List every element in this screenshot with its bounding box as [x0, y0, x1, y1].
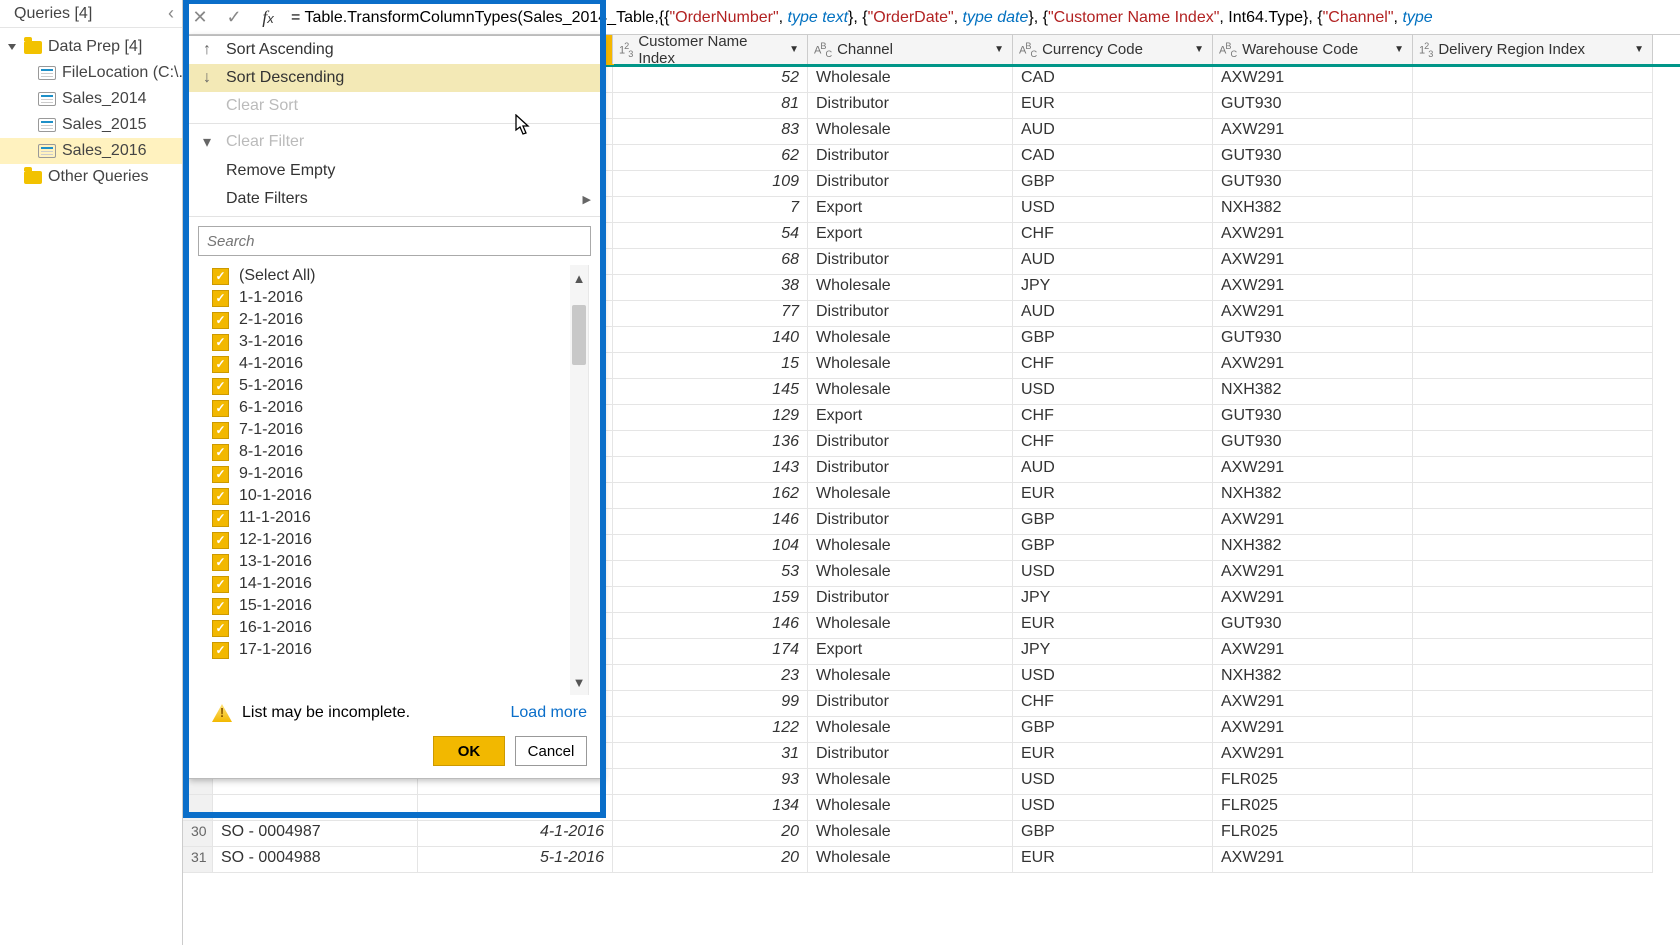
filter-check-item[interactable]: ✓11-1-2016: [212, 507, 588, 529]
checkbox-icon[interactable]: ✓: [212, 290, 229, 307]
date-filters[interactable]: Date Filters▶: [188, 185, 601, 213]
filter-check-item[interactable]: ✓16-1-2016: [212, 617, 588, 639]
checkbox-icon[interactable]: ✓: [212, 620, 229, 637]
filter-dropdown-icon[interactable]: ▼: [1630, 44, 1648, 55]
checkbox-icon[interactable]: ✓: [212, 400, 229, 417]
query-sales-2014[interactable]: Sales_2014: [0, 86, 182, 112]
checkbox-icon[interactable]: ✓: [212, 268, 229, 285]
ok-button[interactable]: OK: [433, 736, 505, 766]
queries-tree: Data Prep [4] FileLocation (C:\... Sales…: [0, 28, 182, 190]
checkbox-icon[interactable]: ✓: [212, 334, 229, 351]
clear-sort: Clear Sort: [188, 92, 601, 120]
remove-empty[interactable]: Remove Empty: [188, 157, 601, 185]
sort-ascending[interactable]: ↑Sort Ascending: [188, 36, 601, 64]
load-more-link[interactable]: Load more: [511, 704, 588, 722]
triangle-down-icon: [8, 44, 16, 50]
filter-checklist: ✓(Select All)✓1-1-2016✓2-1-2016✓3-1-2016…: [212, 265, 588, 661]
table-icon: [38, 144, 56, 158]
filter-dropdown-icon[interactable]: ▼: [990, 44, 1008, 55]
checkbox-icon[interactable]: ✓: [212, 422, 229, 439]
filter-panel: ↑Sort Ascending ↓Sort Descending Clear S…: [187, 35, 602, 779]
filter-check-item[interactable]: ✓17-1-2016: [212, 639, 588, 661]
warning-text: List may be incomplete.: [242, 704, 410, 722]
filter-dropdown-icon[interactable]: ▼: [1190, 44, 1208, 55]
queries-sidebar: Queries [4] ‹ Data Prep [4] FileLocation…: [0, 0, 183, 945]
cancel-button[interactable]: Cancel: [515, 736, 587, 766]
filter-check-item[interactable]: ✓13-1-2016: [212, 551, 588, 573]
group-data-prep[interactable]: Data Prep [4]: [0, 34, 182, 60]
checkbox-icon[interactable]: ✓: [212, 532, 229, 549]
funnel-icon: ▾: [198, 132, 216, 152]
commit-formula-icon[interactable]: ✓: [217, 7, 251, 28]
filter-check-item[interactable]: ✓3-1-2016: [212, 331, 588, 353]
checkbox-icon[interactable]: ✓: [212, 466, 229, 483]
filter-check-item[interactable]: ✓6-1-2016: [212, 397, 588, 419]
filter-check-item[interactable]: ✓14-1-2016: [212, 573, 588, 595]
checkbox-icon[interactable]: ✓: [212, 598, 229, 615]
checkbox-icon[interactable]: ✓: [212, 378, 229, 395]
column-header-channel[interactable]: ABCChannel▼: [808, 35, 1013, 64]
group-label: Other Queries: [48, 168, 148, 186]
column-header-warehouse[interactable]: ABCWarehouse Code▼: [1213, 35, 1413, 64]
table-row[interactable]: 31SO - 00049885-1-201620WholesaleEURAXW2…: [183, 847, 1680, 873]
folder-icon: [24, 41, 42, 54]
folder-icon: [24, 171, 42, 184]
checkbox-icon[interactable]: ✓: [212, 554, 229, 571]
sidebar-collapse-icon[interactable]: ‹: [168, 3, 174, 24]
filter-check-item[interactable]: ✓(Select All): [212, 265, 588, 287]
sidebar-header[interactable]: Queries [4] ‹: [0, 0, 182, 28]
group-label: Data Prep [4]: [48, 38, 142, 56]
column-header-dri[interactable]: 123Delivery Region Index▼: [1413, 35, 1653, 64]
filter-check-item[interactable]: ✓5-1-2016: [212, 375, 588, 397]
table-icon: [38, 92, 56, 106]
filter-search-input[interactable]: [198, 226, 591, 256]
scroll-up-icon[interactable]: ▲: [570, 265, 588, 291]
filter-dropdown-icon[interactable]: ▼: [785, 44, 803, 55]
scroll-thumb[interactable]: [572, 305, 586, 365]
table-row[interactable]: 30SO - 00049874-1-201620WholesaleGBPFLR0…: [183, 821, 1680, 847]
filter-check-item[interactable]: ✓2-1-2016: [212, 309, 588, 331]
sort-desc-icon: ↓: [198, 69, 216, 87]
table-icon: [38, 118, 56, 132]
filter-check-item[interactable]: ✓10-1-2016: [212, 485, 588, 507]
query-sales-2016[interactable]: Sales_2016: [0, 138, 182, 164]
formula-bar: ✕ ✓ fx = Table.TransformColumnTypes(Sale…: [183, 0, 1680, 35]
checkbox-icon[interactable]: ✓: [212, 356, 229, 373]
checkbox-icon[interactable]: ✓: [212, 488, 229, 505]
table-row[interactable]: 134WholesaleUSDFLR025: [183, 795, 1680, 821]
filter-scrollbar[interactable]: ▲ ▼: [570, 265, 588, 695]
column-header-cni[interactable]: 123Customer Name Index▼: [613, 35, 808, 64]
clear-filter: ▾Clear Filter: [188, 127, 601, 157]
sort-asc-icon: ↑: [198, 41, 216, 59]
filter-check-item[interactable]: ✓15-1-2016: [212, 595, 588, 617]
checkbox-icon[interactable]: ✓: [212, 312, 229, 329]
cancel-formula-icon[interactable]: ✕: [183, 7, 217, 28]
filter-check-item[interactable]: ✓4-1-2016: [212, 353, 588, 375]
query-sales-2015[interactable]: Sales_2015: [0, 112, 182, 138]
filter-check-item[interactable]: ✓1-1-2016: [212, 287, 588, 309]
checkbox-icon[interactable]: ✓: [212, 510, 229, 527]
sidebar-title: Queries [4]: [14, 5, 92, 23]
checkbox-icon[interactable]: ✓: [212, 642, 229, 659]
query-filelocation[interactable]: FileLocation (C:\...: [0, 60, 182, 86]
group-other-queries[interactable]: Other Queries: [0, 164, 182, 190]
scroll-down-icon[interactable]: ▼: [570, 669, 588, 695]
warning-icon: [212, 704, 232, 722]
filter-check-item[interactable]: ✓12-1-2016: [212, 529, 588, 551]
filter-check-item[interactable]: ✓7-1-2016: [212, 419, 588, 441]
filter-dropdown-icon[interactable]: ▼: [1390, 44, 1408, 55]
column-header-currency[interactable]: ABCCurrency Code▼: [1013, 35, 1213, 64]
filter-check-item[interactable]: ✓9-1-2016: [212, 463, 588, 485]
fx-icon[interactable]: fx: [251, 7, 285, 28]
sort-descending[interactable]: ↓Sort Descending: [188, 64, 601, 92]
formula-text[interactable]: = Table.TransformColumnTypes(Sales_2014_…: [285, 7, 1680, 27]
chevron-right-icon: ▶: [583, 193, 591, 206]
checkbox-icon[interactable]: ✓: [212, 576, 229, 593]
checkbox-icon[interactable]: ✓: [212, 444, 229, 461]
filter-check-item[interactable]: ✓8-1-2016: [212, 441, 588, 463]
table-icon: [38, 66, 56, 80]
